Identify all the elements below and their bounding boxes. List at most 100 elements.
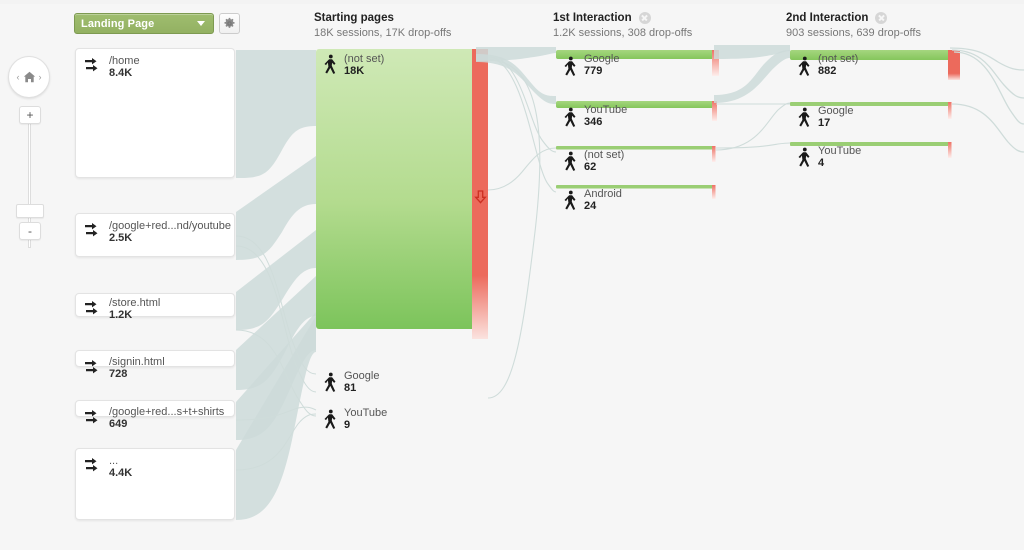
flow-group-landing-to-start bbox=[236, 50, 316, 520]
list-item-name: /google+red...nd/youtube bbox=[109, 220, 232, 232]
node-value: 18K bbox=[344, 65, 365, 77]
settings-button[interactable] bbox=[219, 13, 240, 34]
flow-group-start-to-i1 bbox=[476, 47, 556, 104]
node-text: YouTube 9 bbox=[344, 407, 387, 432]
node-i1-not-set[interactable]: (not set) 62 bbox=[556, 146, 716, 174]
double-arrow-icon bbox=[85, 58, 98, 72]
list-item-value: 8.4K bbox=[109, 67, 133, 79]
list-item[interactable]: ... 4.4K bbox=[75, 448, 235, 520]
node-name: Google bbox=[818, 105, 854, 117]
close-icon[interactable] bbox=[875, 12, 888, 24]
column-header-interaction-2: 2nd Interaction 903 sessions, 639 drop-o… bbox=[786, 12, 921, 39]
reset-view-button[interactable]: ‹ › bbox=[8, 56, 50, 98]
flow-group-i1-to-i2 bbox=[714, 45, 790, 103]
node-i1-google[interactable]: Google 779 bbox=[556, 50, 716, 78]
node-text: Google 81 bbox=[344, 370, 379, 395]
column-title-text: Starting pages bbox=[314, 12, 394, 24]
node-text: YouTube 4 bbox=[818, 145, 861, 170]
zoom-slider-handle[interactable] bbox=[16, 204, 44, 218]
list-item-text: /home 8.4K bbox=[109, 55, 140, 80]
double-arrow-icon bbox=[85, 223, 98, 237]
list-item-name: /signin.html bbox=[109, 356, 165, 368]
list-item-text: /signin.html 728 bbox=[109, 356, 165, 381]
node-text: Google 779 bbox=[584, 53, 619, 78]
flow-group-i2-outgoing bbox=[949, 47, 1024, 153]
list-item-text: /store.html 1.2K bbox=[109, 297, 160, 322]
walking-person-icon bbox=[564, 107, 576, 127]
dimension-select-label: Landing Page bbox=[81, 17, 155, 30]
node-value: 346 bbox=[584, 116, 603, 128]
node-name: Google bbox=[344, 370, 380, 382]
list-item-name: /home bbox=[109, 55, 140, 67]
column-subtitle: 1.2K sessions, 308 drop-offs bbox=[553, 27, 693, 39]
column-subtitle: 18K sessions, 17K drop-offs bbox=[314, 27, 452, 39]
node-text: (not set) 62 bbox=[584, 149, 624, 174]
column-title: Starting pages bbox=[314, 12, 451, 24]
node-value: 24 bbox=[584, 200, 597, 212]
column-title: 1st Interaction bbox=[553, 12, 692, 24]
node-i2-not-set[interactable]: (not set) 882 bbox=[790, 50, 950, 80]
column-title: 2nd Interaction bbox=[786, 12, 921, 24]
flow-group-thin-to-small-nodes bbox=[235, 235, 317, 471]
column-header-starting-pages: Starting pages 18K sessions, 17K drop-of… bbox=[314, 12, 451, 39]
node-i1-android[interactable]: Android 24 bbox=[556, 185, 716, 213]
flow-group-thin-start-to-i1 bbox=[487, 55, 557, 399]
column-title-text: 2nd Interaction bbox=[786, 12, 869, 24]
node-text: YouTube 346 bbox=[584, 104, 627, 129]
node-name: Android bbox=[584, 188, 622, 200]
list-item-name: /store.html bbox=[109, 297, 161, 309]
chevron-right-icon[interactable]: › bbox=[39, 72, 42, 82]
node-name: (not set) bbox=[818, 53, 859, 65]
list-item[interactable]: /home 8.4K bbox=[75, 48, 235, 178]
node-value: 9 bbox=[344, 419, 351, 431]
node-i1-youtube[interactable]: YouTube 346 bbox=[556, 101, 716, 129]
double-arrow-icon bbox=[85, 458, 98, 472]
walking-person-icon bbox=[564, 56, 576, 76]
walking-person-icon bbox=[324, 372, 336, 392]
double-arrow-icon bbox=[85, 301, 98, 315]
walking-person-icon bbox=[564, 151, 576, 171]
list-item-text: /google+red...nd/youtube 2.5K bbox=[109, 220, 231, 245]
node-value: 81 bbox=[344, 382, 357, 394]
list-item-text: ... 4.4K bbox=[109, 455, 132, 480]
list-item-text: /google+red...s+t+shirts 649 bbox=[109, 406, 224, 431]
dimension-select[interactable]: Landing Page bbox=[74, 13, 214, 34]
walking-person-icon bbox=[798, 56, 810, 76]
list-item[interactable]: /store.html 1.2K bbox=[75, 293, 235, 321]
walking-person-icon bbox=[798, 107, 810, 127]
list-item-value: 4.4K bbox=[109, 467, 133, 479]
walking-person-icon bbox=[324, 409, 336, 429]
down-arrow-icon bbox=[474, 190, 487, 204]
walking-person-icon bbox=[798, 147, 810, 167]
node-name: (not set) bbox=[344, 53, 385, 65]
home-icon[interactable] bbox=[22, 70, 37, 84]
node-value: 4 bbox=[818, 157, 825, 169]
node-value: 779 bbox=[584, 65, 603, 77]
close-icon[interactable] bbox=[638, 12, 651, 24]
walking-person-icon bbox=[324, 54, 336, 74]
node-text: Android 24 bbox=[584, 188, 622, 213]
double-arrow-icon bbox=[85, 360, 98, 374]
zoom-out-button[interactable]: - bbox=[19, 222, 41, 240]
node-text: Google 17 bbox=[818, 105, 853, 130]
list-item[interactable]: /signin.html 728 bbox=[75, 350, 235, 380]
list-item-name: /google+red...s+t+shirts bbox=[109, 406, 225, 418]
chevron-left-icon[interactable]: ‹ bbox=[17, 72, 20, 82]
top-strip bbox=[0, 0, 1024, 4]
node-value: 17 bbox=[818, 117, 831, 129]
list-item[interactable]: /google+red...nd/youtube 2.5K bbox=[75, 213, 235, 257]
zoom-in-button[interactable]: + bbox=[19, 106, 41, 124]
node-text: (not set) 882 bbox=[818, 53, 858, 78]
node-name: YouTube bbox=[344, 407, 388, 419]
list-item-value: 728 bbox=[109, 368, 128, 380]
gear-icon bbox=[224, 17, 235, 28]
node-i2-youtube[interactable]: YouTube 4 bbox=[790, 142, 950, 170]
list-item-value: 2.5K bbox=[109, 232, 133, 244]
node-i2-google[interactable]: Google 17 bbox=[790, 102, 950, 130]
node-starting-youtube[interactable]: YouTube 9 bbox=[316, 405, 476, 431]
node-starting-not-set[interactable]: (not set) 18K bbox=[316, 49, 476, 329]
node-starting-google[interactable]: Google 81 bbox=[316, 368, 476, 394]
walking-person-icon bbox=[564, 190, 576, 210]
list-item[interactable]: /google+red...s+t+shirts 649 bbox=[75, 400, 235, 430]
column-header-interaction-1: 1st Interaction 1.2K sessions, 308 drop-… bbox=[553, 12, 692, 39]
